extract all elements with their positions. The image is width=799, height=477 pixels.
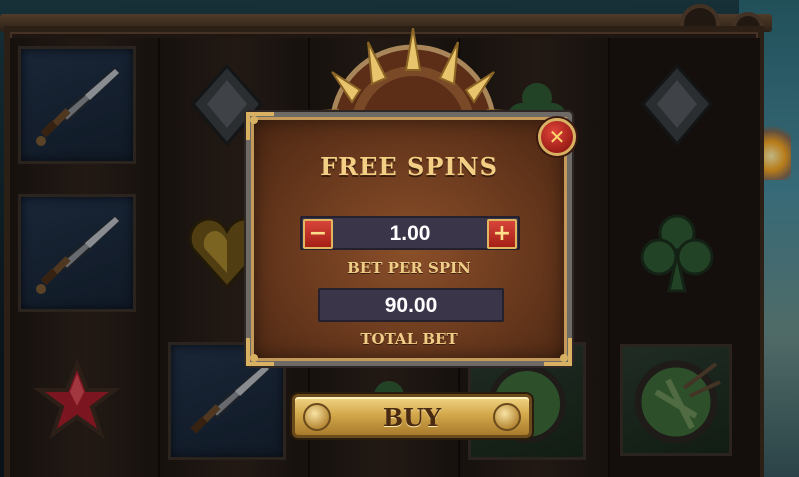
buy-button-knob-icon <box>493 403 521 431</box>
plus-icon: + <box>492 221 512 246</box>
minus-icon: − <box>308 221 328 246</box>
total-bet-value: 90.00 <box>318 288 504 322</box>
close-icon: ✕ <box>548 125 566 149</box>
bet-per-spin-label: BET PER SPIN <box>347 259 471 277</box>
total-bet-label: TOTAL BET <box>360 330 458 348</box>
decrease-bet-button[interactable]: − <box>303 219 333 249</box>
modal-title: FREE SPINS <box>320 152 498 181</box>
close-button[interactable]: ✕ <box>538 118 576 156</box>
increase-bet-button[interactable]: + <box>487 219 517 249</box>
buy-button[interactable]: BUY <box>292 394 532 438</box>
bet-per-spin-value: 1.00 <box>389 222 431 245</box>
corner-ornament-icon <box>246 112 274 140</box>
bet-per-spin-stepper: − 1.00 + <box>300 216 520 250</box>
